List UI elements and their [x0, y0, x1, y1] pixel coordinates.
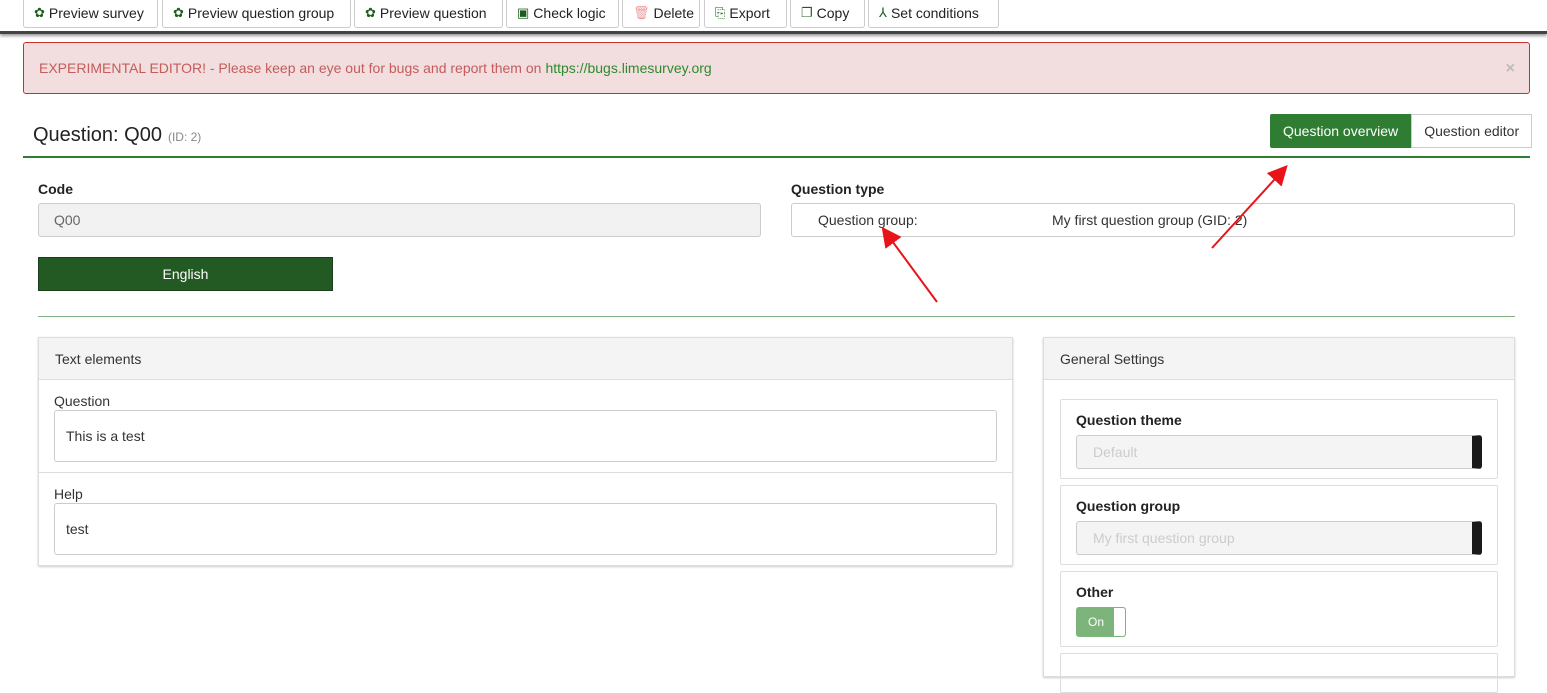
- annotation-arrows: [881, 165, 1288, 303]
- arrow-to-question-overview: [1211, 165, 1288, 249]
- arrow-to-question-group: [881, 226, 938, 303]
